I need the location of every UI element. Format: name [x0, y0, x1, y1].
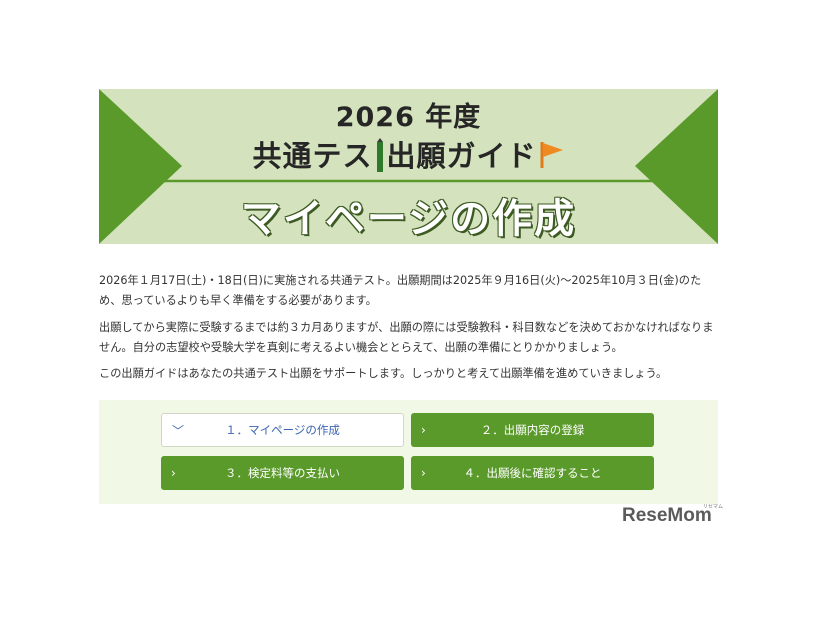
menu-item-label: ３．検定料等の支払い	[225, 466, 340, 480]
resemom-logo: ReseMom	[622, 505, 712, 526]
banner-main-title: マイページの作成	[240, 196, 577, 242]
menu-item-mypage[interactable]: ﹀ １．マイページの作成	[161, 413, 404, 447]
chevron-down-icon: ﹀	[172, 424, 185, 438]
menu-item-registration[interactable]: › ２．出願内容の登録	[411, 413, 654, 447]
intro-paragraph-3: この出願ガイドはあなたの共通テスト出願をサポートします。しっかりと考えて出願準備…	[99, 367, 668, 380]
guide-title-part1: 共通テス	[252, 139, 373, 173]
intro-paragraph-2: 出願してから実際に受験するまでは約３カ月ありますが、出願の際には受験教科・科目数…	[99, 321, 714, 354]
hero-banner: 2026 年度 共通テス 出願ガイド マイページの作成	[99, 89, 718, 244]
intro-paragraph-1: 2026年１月17日(土)・18日(日)に実施される共通テスト。出願期間は202…	[99, 274, 702, 307]
menu-item-label: ４．出願後に確認すること	[463, 466, 602, 480]
menu-item-payment[interactable]: › ３．検定料等の支払い	[161, 456, 404, 490]
menu-item-post-check[interactable]: › ４．出願後に確認すること	[411, 456, 654, 490]
banner-guide-title: 共通テス 出願ガイド	[99, 133, 718, 175]
menu-item-label: ２．出願内容の登録	[480, 423, 585, 437]
chevron-right-icon: ›	[171, 466, 176, 480]
pencil-icon	[375, 138, 385, 172]
menu-item-label: １．マイページの作成	[225, 423, 340, 437]
guide-title-part2: 出願ガイド	[386, 139, 537, 173]
chevron-right-icon: ›	[421, 423, 426, 437]
flag-icon	[537, 140, 565, 170]
chevron-right-icon: ›	[421, 466, 426, 480]
resemom-logo-sub: リセマム	[703, 504, 724, 510]
banner-year-title: 2026 年度	[335, 102, 482, 133]
